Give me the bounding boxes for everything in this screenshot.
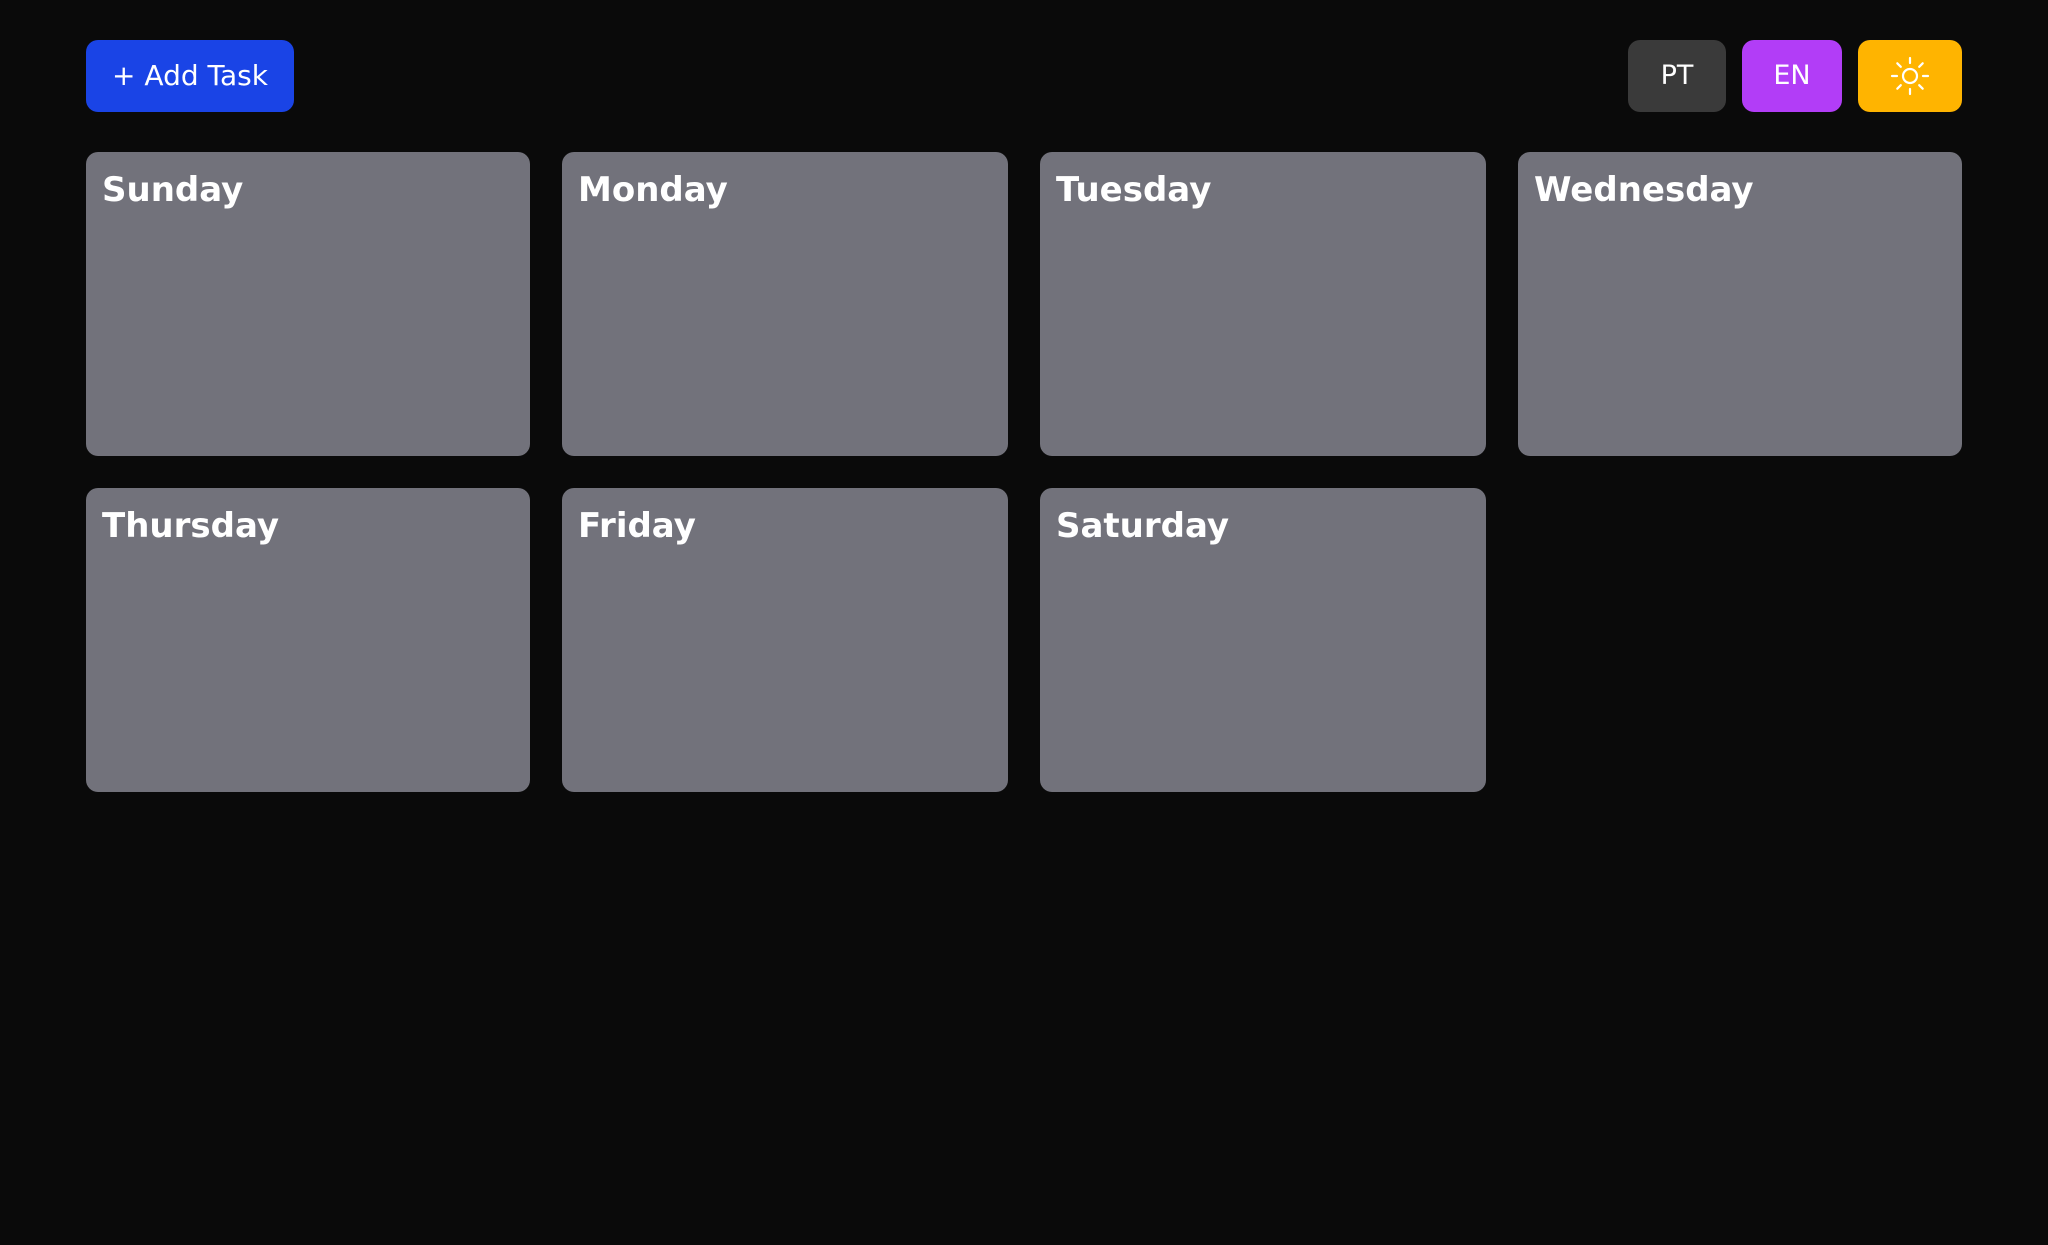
day-title: Saturday [1056, 506, 1230, 546]
day-card-wednesday[interactable]: Wednesday [1518, 152, 1962, 456]
add-task-button[interactable]: + Add Task [86, 40, 294, 112]
theme-toggle-button[interactable] [1858, 40, 1962, 112]
day-card-monday[interactable]: Monday [562, 152, 1008, 456]
day-title: Tuesday [1056, 170, 1212, 210]
day-title: Friday [578, 506, 696, 546]
page: + Add Task PT EN Sunday Monday Tuesday W… [0, 0, 2048, 1245]
language-en-button[interactable]: EN [1742, 40, 1842, 112]
day-card-saturday[interactable]: Saturday [1040, 488, 1486, 792]
day-title: Monday [578, 170, 728, 210]
day-title: Wednesday [1534, 170, 1754, 210]
day-card-thursday[interactable]: Thursday [86, 488, 530, 792]
day-title: Thursday [102, 506, 280, 546]
header-controls: PT EN [1628, 40, 1962, 112]
day-card-tuesday[interactable]: Tuesday [1040, 152, 1486, 456]
language-pt-button[interactable]: PT [1628, 40, 1726, 112]
sun-icon [1890, 56, 1930, 96]
day-title: Sunday [102, 170, 244, 210]
day-card-friday[interactable]: Friday [562, 488, 1008, 792]
top-bar: + Add Task PT EN [86, 40, 1962, 112]
day-card-sunday[interactable]: Sunday [86, 152, 530, 456]
week-grid: Sunday Monday Tuesday Wednesday Thursday… [86, 152, 1962, 792]
